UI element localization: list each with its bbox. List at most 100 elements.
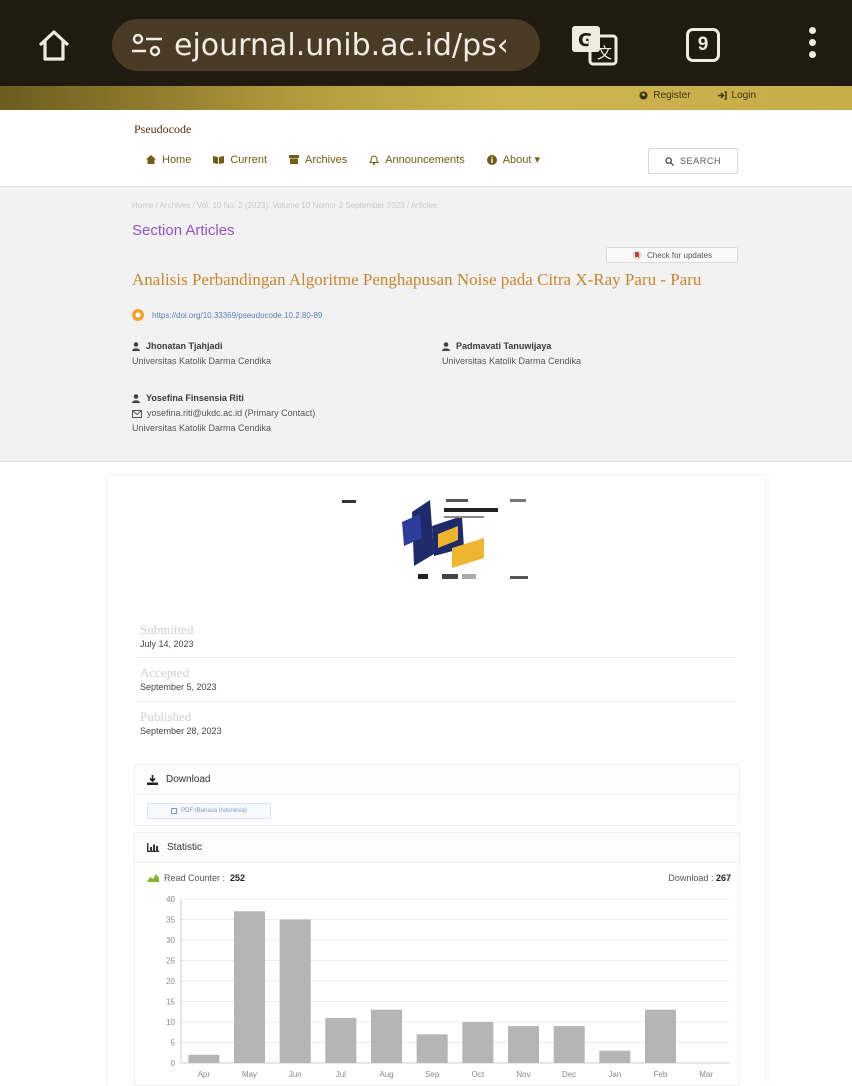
y-tick-label: 10 (166, 1018, 175, 1027)
x-tick-label: Jul (336, 1070, 346, 1079)
article-header-panel: Home / Archives / Vol. 10 No. 2 (2023): … (0, 186, 852, 462)
accepted-label: Accepted (140, 665, 190, 680)
register-link[interactable]: Register (639, 90, 691, 101)
bar-chart-icon (147, 843, 159, 852)
user-strip: Register Login (0, 86, 852, 110)
info-icon (486, 154, 497, 165)
read-counter: Read Counter : 252 (147, 873, 245, 883)
nav-archives[interactable]: Archives (289, 153, 347, 166)
user-icon (442, 342, 450, 351)
y-tick-label: 35 (166, 916, 175, 925)
book-icon (213, 156, 225, 164)
author-affiliation: Universitas Katolik Darma Cendika (132, 423, 272, 433)
browser-toolbar: ejournal.unib.ac.id/ps‹ G文 9 (0, 0, 852, 86)
accepted-block: Accepted September 5, 2023 (140, 665, 217, 692)
bell-icon (369, 154, 380, 165)
x-tick-label: Dec (562, 1070, 576, 1079)
home-icon[interactable] (36, 28, 72, 62)
y-tick-label: 40 (166, 895, 175, 904)
y-tick-label: 15 (166, 998, 175, 1007)
x-tick-label: Mar (699, 1070, 713, 1079)
author-affiliation: Universitas Katolik Darma Cendika (132, 356, 272, 366)
y-tick-label: 5 (171, 1039, 176, 1048)
submitted-label: Submitted (140, 622, 194, 637)
download-icon (147, 774, 158, 785)
nav-about[interactable]: About ▾ (486, 153, 540, 166)
author-block: Jhonatan Tjahjadi Universitas Katolik Da… (132, 339, 271, 369)
y-tick-label: 25 (166, 957, 175, 966)
chart-bar (644, 1009, 677, 1063)
user-icon (132, 394, 140, 403)
chart-bar (370, 1009, 403, 1063)
tab-switcher-button[interactable]: 9 (686, 28, 720, 62)
doi-link[interactable]: https://doi.org/10.33369/pseudocode.10.2… (132, 309, 322, 321)
divider (136, 657, 736, 658)
x-tick-label: Feb (654, 1070, 668, 1079)
site-settings-icon[interactable] (130, 33, 164, 57)
x-tick-label: Sep (425, 1070, 440, 1079)
chart-bar (553, 1026, 585, 1063)
archive-icon (289, 155, 300, 164)
nav-home[interactable]: Home (146, 153, 191, 166)
login-icon (717, 91, 727, 100)
journal-cover-image[interactable] (334, 494, 540, 586)
main-nav: Home Current Archives Announcements Abou… (146, 153, 540, 166)
svg-text:文: 文 (597, 44, 612, 62)
user-icon (132, 342, 140, 351)
x-tick-label: Aug (379, 1070, 393, 1079)
author-affiliation: Universitas Katolik Darma Cendika (442, 356, 582, 366)
address-bar[interactable]: ejournal.unib.ac.id/ps‹ (112, 19, 540, 71)
chart-bar (599, 1050, 631, 1063)
search-icon (665, 156, 674, 166)
statistic-bar-chart: 0 5 10 15 20 25 30 35 40 Apr May Jun Jul Aug Sep Oct Nov… (166, 895, 729, 1079)
breadcrumb[interactable]: Home / Archives / Vol. 10 No. 2 (2023): … (132, 201, 437, 210)
user-icon (639, 91, 648, 100)
translate-icon[interactable]: G文 (570, 24, 618, 66)
download-panel: Download PDF (Bahasa Indonesia) (134, 764, 740, 826)
doi-icon (132, 309, 144, 321)
chart-bar (416, 1034, 448, 1063)
pdf-download-button[interactable]: PDF (Bahasa Indonesia) (147, 803, 271, 819)
nav-current[interactable]: Current (213, 153, 267, 166)
chart-bar (507, 1026, 540, 1063)
section-title: Section Articles (132, 222, 235, 239)
url-text: ejournal.unib.ac.id/ps‹ (174, 27, 509, 63)
search-button[interactable]: SEARCH (648, 148, 738, 174)
author-name: Yosefina Finsensia Riti (132, 391, 315, 406)
author-block: Padmavati Tanuwijaya Universitas Katolik… (442, 339, 581, 369)
site-header: Pseudocode Home Current Archives Announc… (0, 110, 852, 186)
author-name: Padmavati Tanuwijaya (442, 339, 581, 354)
statistic-header: Statistic (135, 833, 739, 863)
chart-bar (279, 919, 311, 1063)
check-for-updates-button[interactable]: Check for updates (606, 247, 738, 263)
submitted-date: July 14, 2023 (140, 639, 194, 649)
y-tick-label: 20 (166, 977, 175, 986)
published-block: Published September 28, 2023 (140, 709, 222, 736)
chart-bar (233, 911, 266, 1063)
x-tick-label: Oct (472, 1070, 485, 1079)
submitted-block: Submitted July 14, 2023 (140, 622, 194, 649)
x-tick-label: Nov (516, 1070, 530, 1079)
more-menu-icon[interactable] (800, 24, 824, 66)
author-block: Yosefina Finsensia Riti yosefina.riti@uk… (132, 391, 315, 436)
x-tick-label: May (242, 1070, 257, 1079)
accepted-date: September 5, 2023 (140, 682, 217, 692)
login-link[interactable]: Login (717, 90, 756, 101)
y-tick-label: 30 (166, 936, 175, 945)
published-date: September 28, 2023 (140, 726, 222, 736)
nav-announcements[interactable]: Announcements (369, 153, 465, 166)
statistic-panel: Statistic Read Counter : 252 Download : … (134, 832, 740, 1086)
chart-bar (188, 1054, 220, 1063)
mail-icon (132, 409, 142, 418)
crossmark-icon (632, 250, 643, 260)
article-details-card: Submitted July 14, 2023 Accepted Septemb… (108, 476, 765, 1086)
x-tick-label: Apr (198, 1070, 211, 1079)
site-brand[interactable]: Pseudocode (134, 122, 191, 137)
download-counter: Download : 267 (668, 873, 731, 883)
author-email[interactable]: yosefina.riti@ukdc.ac.id (Primary Contac… (132, 406, 315, 421)
x-tick-label: Jun (289, 1070, 302, 1079)
home-icon (146, 155, 156, 164)
author-name: Jhonatan Tjahjadi (132, 339, 271, 354)
article-title: Analisis Perbandingan Algoritme Penghapu… (132, 270, 702, 289)
y-tick-label: 0 (171, 1059, 176, 1068)
